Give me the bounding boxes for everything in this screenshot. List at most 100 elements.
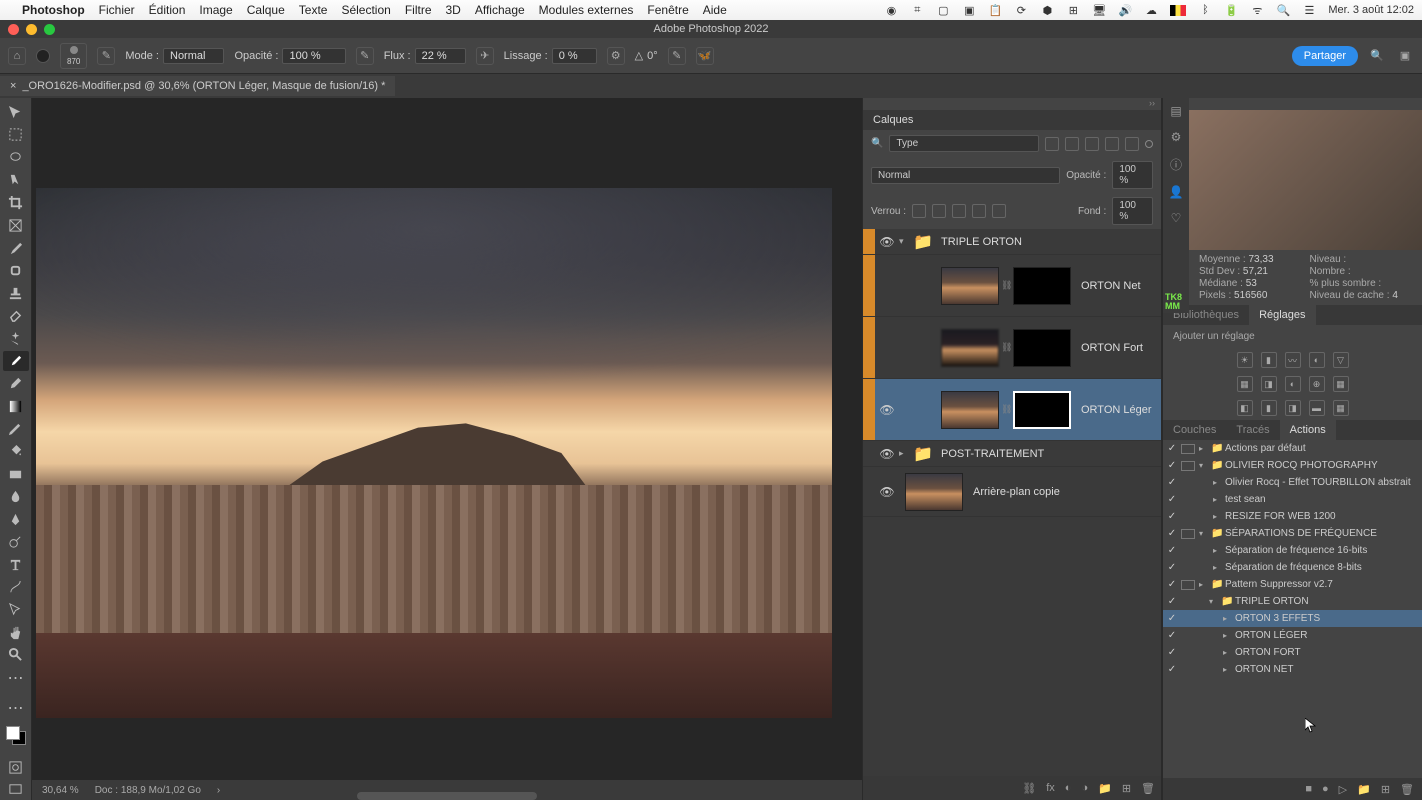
new-layer-icon[interactable]: ⊞ [1122, 782, 1131, 795]
info-icon[interactable]: ⓘ [1170, 156, 1182, 173]
menu-app[interactable]: Photoshop [22, 3, 85, 17]
menu-text[interactable]: Texte [299, 3, 328, 17]
vibrance-icon[interactable]: ▽ [1333, 352, 1349, 368]
threshold-icon[interactable]: ◨ [1285, 400, 1301, 416]
layer-mask[interactable] [1013, 329, 1071, 367]
action-item[interactable]: ✓▸RESIZE FOR WEB 1200 [1163, 508, 1422, 525]
hand-tool[interactable] [3, 622, 29, 643]
panel-icon[interactable]: ⚙ [1171, 130, 1182, 144]
layer-thumbnail[interactable] [941, 267, 999, 305]
layer-name[interactable]: ORTON Léger [1073, 404, 1152, 416]
search-icon[interactable]: 🔍 [1368, 47, 1386, 65]
color-lookup-icon[interactable]: ▦ [1333, 376, 1349, 392]
action-item[interactable]: ✓▸Séparation de fréquence 16-bits [1163, 542, 1422, 559]
brush-preset[interactable]: 870 [60, 43, 87, 69]
adjust-icon[interactable]: ◑ [1081, 782, 1088, 794]
action-item[interactable]: ✓▸ORTON NET [1163, 661, 1422, 678]
status-icon[interactable]: 📋 [988, 3, 1002, 17]
visibility-icon[interactable]: 👁 [875, 403, 899, 417]
canvas-area[interactable]: 30,64 % Doc : 188,9 Mo/1,02 Go › [32, 98, 862, 800]
pressure-size-icon[interactable]: ✎ [668, 47, 686, 65]
gradient-map-icon[interactable]: ▬ [1309, 400, 1325, 416]
share-button[interactable]: Partager [1292, 46, 1358, 66]
action-item[interactable]: ✓▸Séparation de fréquence 8-bits [1163, 559, 1422, 576]
link-icon[interactable]: ⛓ [1001, 342, 1011, 353]
visibility-icon[interactable]: 👁 [875, 447, 899, 461]
fx-icon[interactable]: fx [1046, 782, 1055, 794]
layer-item[interactable]: 👁 ⛓ ORTON Léger [863, 379, 1161, 441]
angle-value[interactable]: 0° [647, 50, 658, 62]
filter-pixel-icon[interactable] [1045, 137, 1059, 151]
hue-icon[interactable]: ▦ [1237, 376, 1253, 392]
layer-item[interactable]: ⛓ ORTON Fort [863, 317, 1161, 379]
selection-tool[interactable] [3, 170, 29, 191]
color-swatches[interactable] [6, 726, 26, 745]
menu-help[interactable]: Aide [703, 3, 727, 17]
tab-channels[interactable]: Couches [1163, 420, 1226, 440]
layer-thumbnail[interactable] [941, 391, 999, 429]
status-icon[interactable]: ⊞ [1066, 3, 1080, 17]
layer-group[interactable]: 👁 ▾ 📁 TRIPLE ORTON [863, 229, 1161, 255]
edit-toolbar[interactable]: ⋯ [3, 697, 29, 718]
eyedropper-tool[interactable] [3, 238, 29, 259]
close-icon[interactable]: × [10, 80, 16, 92]
lock-paint-icon[interactable] [932, 204, 946, 218]
exposure-icon[interactable]: ◐ [1309, 352, 1325, 368]
new-set-icon[interactable]: 📁 [1357, 783, 1371, 796]
workspace-icon[interactable]: ▣ [1396, 47, 1414, 65]
filter-smart-icon[interactable] [1125, 137, 1139, 151]
stop-icon[interactable]: ■ [1305, 783, 1312, 795]
layer-group[interactable]: 👁 ▸ 📁 POST-TRAITEMENT [863, 441, 1161, 467]
action-set[interactable]: ✓▾📁OLIVIER ROCQ PHOTOGRAPHY [1163, 457, 1422, 474]
control-center-icon[interactable]: ☰ [1302, 3, 1316, 17]
delete-icon[interactable]: 🗑 [1141, 782, 1155, 795]
visibility-icon[interactable]: 👁 [875, 235, 899, 249]
symmetry-icon[interactable]: 🦋 [696, 47, 714, 65]
new-action-icon[interactable]: ⊞ [1381, 783, 1390, 796]
frame-tool[interactable] [3, 215, 29, 236]
channel-mixer-icon[interactable]: ⊕ [1309, 376, 1325, 392]
eraser-tool[interactable] [3, 305, 29, 326]
layer-thumbnail[interactable] [941, 329, 999, 367]
layer-name[interactable]: ORTON Fort [1073, 342, 1143, 354]
layer-blend-select[interactable]: Normal [871, 167, 1060, 184]
menubar-datetime[interactable]: Mer. 3 août 12:02 [1328, 4, 1414, 16]
pencil-tool[interactable] [3, 419, 29, 440]
action-item[interactable]: ✓▸Olivier Rocq - Effet TOURBILLON abstra… [1163, 474, 1422, 491]
link-icon[interactable]: ⛓ [1001, 280, 1011, 291]
minimize-button[interactable] [26, 24, 37, 35]
gear-icon[interactable]: ⚙ [607, 47, 625, 65]
layer-name[interactable]: Arrière-plan copie [965, 486, 1060, 498]
mask-icon[interactable]: ◐ [1065, 782, 1072, 794]
layer-item[interactable]: 👁 Arrière-plan copie [863, 467, 1161, 517]
panel-icon[interactable]: ♡ [1171, 211, 1182, 225]
curves-icon[interactable]: 〰 [1285, 352, 1301, 368]
document-canvas[interactable] [36, 188, 832, 718]
status-icon[interactable]: ◉ [884, 3, 898, 17]
status-icon[interactable]: ☁ [1144, 3, 1158, 17]
bluetooth-icon[interactable]: ᛒ [1198, 3, 1212, 17]
tk-plugin-icon[interactable]: TK8MM [1165, 293, 1182, 311]
link-icon[interactable]: ⛓ [1001, 404, 1011, 415]
dodge-tool[interactable] [3, 532, 29, 553]
menu-image[interactable]: Image [199, 3, 232, 17]
smooth-input[interactable]: 0 % [552, 48, 597, 64]
lock-nest-icon[interactable] [972, 204, 986, 218]
rectangle-tool[interactable] [3, 464, 29, 485]
tab-paths[interactable]: Tracés [1226, 420, 1279, 440]
tool-preset[interactable] [36, 49, 50, 63]
zoom-tool[interactable] [3, 645, 29, 666]
close-button[interactable] [8, 24, 19, 35]
collapse-icon[interactable]: ›› [1149, 98, 1155, 110]
levels-icon[interactable]: ▮ [1261, 352, 1277, 368]
layer-mask[interactable] [1013, 267, 1071, 305]
action-set[interactable]: ✓▾📁TRIPLE ORTON [1163, 593, 1422, 610]
posterize-icon[interactable]: ▮ [1261, 400, 1277, 416]
volume-icon[interactable]: 🔊 [1118, 3, 1132, 17]
brush-tool[interactable] [3, 351, 29, 372]
menu-view[interactable]: Affichage [475, 3, 525, 17]
menu-edit[interactable]: Édition [149, 3, 186, 17]
flag-icon[interactable] [1170, 5, 1186, 16]
zoom-button[interactable] [44, 24, 55, 35]
brightness-icon[interactable]: ☀ [1237, 352, 1253, 368]
